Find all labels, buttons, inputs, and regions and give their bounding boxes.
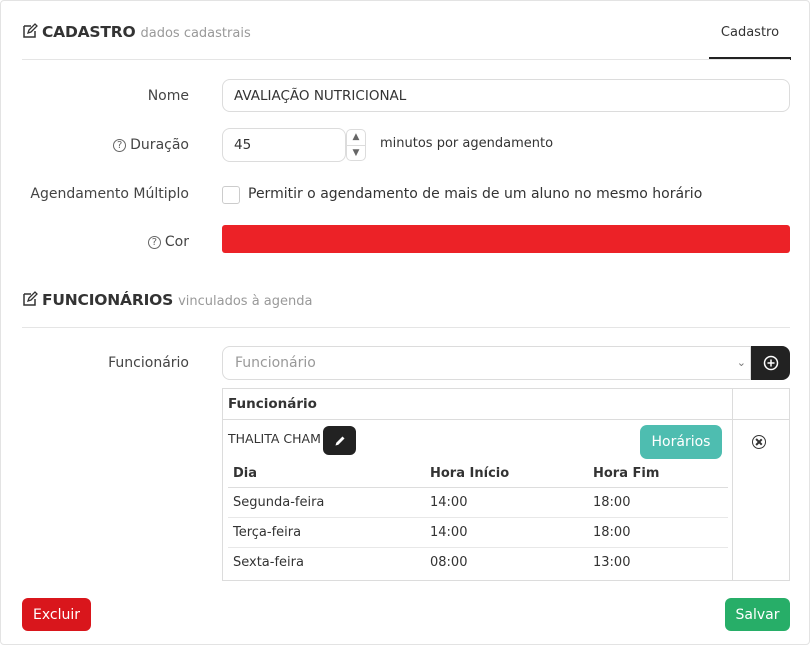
table-row: Sexta-feira 08:00 13:00	[228, 548, 728, 578]
cell-dia: Terça-feira	[233, 525, 302, 540]
section-title: FUNCIONÁRIOS	[42, 291, 174, 309]
cell-hora-inicio: 14:00	[430, 525, 468, 540]
multiplo-checkbox[interactable]	[222, 186, 240, 204]
save-button[interactable]: Salvar	[725, 598, 790, 631]
table-row: Segunda-feira 14:00 18:00	[228, 488, 728, 518]
cell-hora-fim: 18:00	[593, 525, 631, 540]
duracao-label: ? Duração	[113, 137, 189, 153]
section-subtitle: dados cadastrais	[140, 26, 251, 41]
section-subtitle: vinculados à agenda	[178, 294, 313, 309]
cell-hora-inicio: 08:00	[430, 555, 468, 570]
plus-circle-icon	[763, 355, 778, 371]
pencil-icon	[335, 436, 344, 445]
cor-label: ? Cor	[147, 234, 189, 250]
funcionarios-header: FUNCIONÁRIOS vinculados à agenda	[22, 289, 312, 309]
section-title: CADASTRO	[42, 23, 136, 41]
divider	[22, 327, 790, 328]
column-header: Dia	[233, 466, 258, 481]
schedule-header-row: Dia Hora Início Hora Fim	[228, 459, 728, 488]
table-header: Funcionário	[228, 396, 317, 412]
table-divider	[223, 419, 789, 420]
column-header: Hora Fim	[593, 466, 660, 481]
color-picker[interactable]	[222, 225, 790, 253]
stepper-down-icon[interactable]: ▼	[347, 145, 365, 160]
x-circle-icon[interactable]	[752, 435, 766, 449]
question-icon[interactable]: ?	[147, 235, 161, 249]
multiplo-label: Agendamento Múltiplo	[30, 186, 189, 202]
stepper-up-icon[interactable]: ▲	[347, 130, 365, 145]
duracao-input[interactable]: 45	[222, 128, 346, 162]
duracao-suffix: minutos por agendamento	[380, 136, 554, 151]
cell-hora-inicio: 14:00	[430, 495, 468, 510]
table-divider	[732, 389, 733, 580]
schedule-table: Dia Hora Início Hora Fim Segunda-feira 1…	[228, 459, 728, 578]
tab-cadastro[interactable]: Cadastro	[709, 15, 791, 60]
cell-hora-fim: 13:00	[593, 555, 631, 570]
question-icon[interactable]: ?	[113, 138, 127, 152]
delete-button[interactable]: Excluir	[22, 598, 91, 631]
employee-name: THALITA CHAM	[228, 431, 321, 446]
select-placeholder: Funcionário	[235, 355, 316, 371]
edit-icon	[23, 23, 38, 38]
cell-dia: Segunda-feira	[233, 495, 325, 510]
funcionarios-table: Funcionário THALITA CHAM Horários Dia Ho…	[222, 388, 790, 581]
duracao-stepper[interactable]: ▲ ▼	[346, 129, 366, 161]
multiplo-text[interactable]: Permitir o agendamento de mais de um alu…	[248, 186, 702, 202]
divider	[22, 59, 790, 60]
table-row: Terça-feira 14:00 18:00	[228, 518, 728, 548]
funcionario-label: Funcionário	[108, 355, 189, 371]
edit-employee-button[interactable]	[323, 426, 356, 455]
cell-dia: Sexta-feira	[233, 555, 304, 570]
edit-icon	[23, 291, 38, 306]
cadastro-header: CADASTRO dados cadastrais	[22, 21, 251, 41]
nome-label: Nome	[147, 88, 189, 104]
chevron-down-icon: ⌄	[736, 356, 746, 369]
cell-hora-fim: 18:00	[593, 495, 631, 510]
horarios-button[interactable]: Horários	[640, 425, 722, 459]
funcionario-select[interactable]: Funcionário ⌄	[222, 346, 751, 380]
form-panel: CADASTRO dados cadastrais Cadastro Nome …	[0, 0, 810, 645]
column-header: Hora Início	[430, 466, 510, 481]
nome-input[interactable]: AVALIAÇÃO NUTRICIONAL	[222, 79, 790, 112]
add-funcionario-button[interactable]	[751, 346, 790, 380]
